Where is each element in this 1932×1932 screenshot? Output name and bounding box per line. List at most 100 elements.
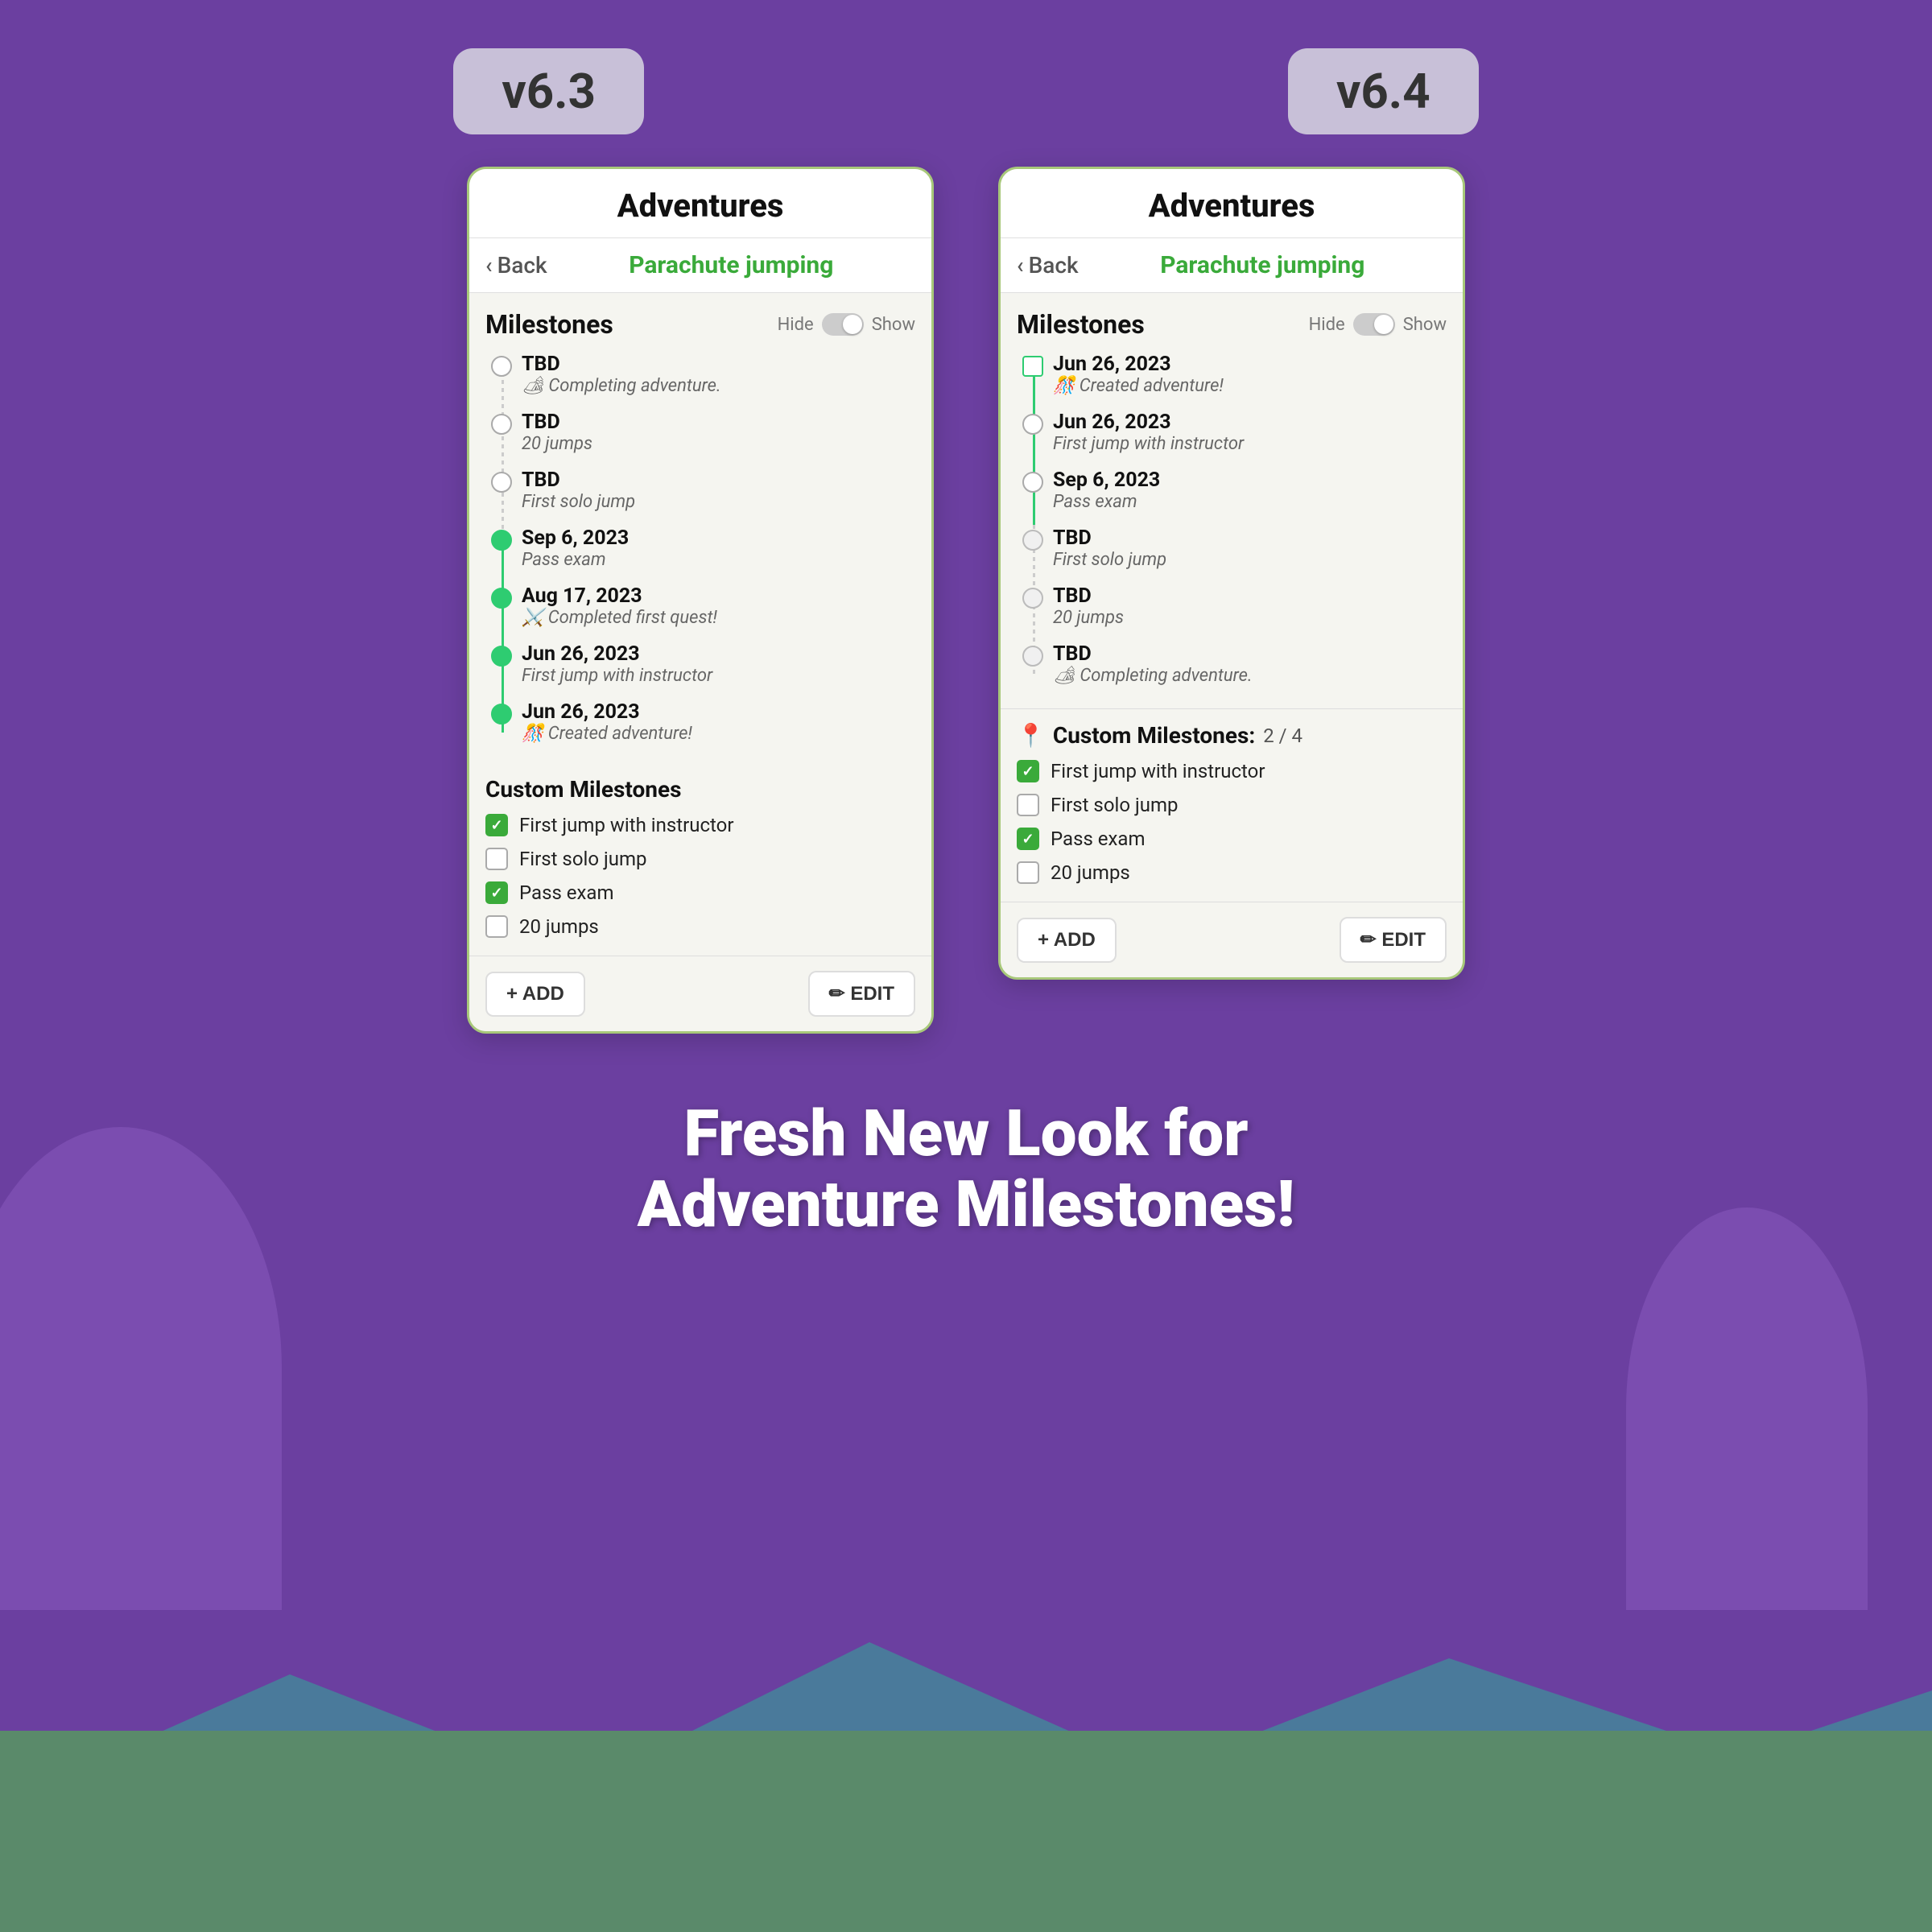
custom-item-4-v63: 20 jumps — [485, 915, 915, 938]
add-button-v64[interactable]: + ADD — [1017, 918, 1117, 963]
chevron-left-icon-v63: ‹ — [485, 252, 493, 279]
milestone-text-7-v63: Jun 26, 2023 🎊 Created adventure! — [522, 700, 692, 744]
back-button-v63[interactable]: ‹ Back — [485, 252, 547, 279]
custom-title-v63: Custom Milestones — [485, 776, 681, 803]
checkbox-3-v64[interactable] — [1017, 828, 1039, 850]
milestone-dot-2-v64 — [1022, 414, 1043, 435]
custom-item-1-v64: First jump with instructor — [1017, 760, 1447, 782]
milestone-desc-3-v64: Pass exam — [1053, 492, 1160, 512]
custom-count-v64: 2 / 4 — [1263, 724, 1302, 747]
checkbox-3-v63[interactable] — [485, 881, 508, 904]
milestone-desc-2-v64: First jump with instructor — [1053, 434, 1244, 454]
panel-nav-v63: ‹ Back Parachute jumping — [469, 238, 931, 293]
milestone-date-6-v63: Jun 26, 2023 — [522, 642, 712, 666]
custom-label-3-v64: Pass exam — [1051, 828, 1146, 850]
back-button-v64[interactable]: ‹ Back — [1017, 252, 1079, 279]
checkbox-2-v63[interactable] — [485, 848, 508, 870]
milestone-date-3-v64: Sep 6, 2023 — [1053, 469, 1160, 492]
custom-label-2-v63: First solo jump — [519, 848, 646, 870]
bg-ground — [0, 1731, 1932, 1932]
milestone-date-5-v63: Aug 17, 2023 — [522, 584, 717, 608]
milestone-dot-3-v64 — [1022, 472, 1043, 493]
milestone-dot-3-v63 — [491, 472, 512, 493]
milestones-header-v63: Milestones Hide Show — [485, 309, 915, 340]
milestone-item-5-v63: Aug 17, 2023 ⚔️ Completed first quest! — [522, 584, 915, 628]
toggle-row-v63[interactable]: Hide Show — [778, 313, 915, 336]
checkbox-1-v64[interactable] — [1017, 760, 1039, 782]
milestone-text-3-v63: TBD First solo jump — [522, 469, 635, 512]
milestone-dot-1-v64 — [1022, 356, 1043, 377]
milestone-text-2-v63: TBD 20 jumps — [522, 411, 592, 454]
milestone-date-4-v64: TBD — [1053, 526, 1166, 550]
custom-label-4-v63: 20 jumps — [519, 915, 599, 938]
milestones-title-v63: Milestones — [485, 309, 613, 340]
milestone-desc-3-v63: First solo jump — [522, 492, 635, 512]
toggle-row-v64[interactable]: Hide Show — [1309, 313, 1447, 336]
bg-decoration-right — [1626, 1208, 1868, 1610]
milestone-date-4-v63: Sep 6, 2023 — [522, 526, 629, 550]
toggle-track-v63[interactable] — [822, 313, 864, 336]
milestone-text-5-v64: TBD 20 jumps — [1053, 584, 1124, 628]
checkbox-1-v63[interactable] — [485, 814, 508, 836]
custom-item-4-v64: 20 jumps — [1017, 861, 1447, 884]
milestone-desc-4-v64: First solo jump — [1053, 550, 1166, 570]
version-badge-left: v6.3 — [453, 48, 644, 134]
milestone-item-5-v64: TBD 20 jumps — [1053, 584, 1447, 628]
checkbox-4-v64[interactable] — [1017, 861, 1039, 884]
custom-item-1-v63: First jump with instructor — [485, 814, 915, 836]
toggle-track-v64[interactable] — [1353, 313, 1395, 336]
milestone-item-4-v63: Sep 6, 2023 Pass exam — [522, 526, 915, 570]
milestone-text-1-v63: TBD 🏕 Completing adventure. — [522, 353, 721, 396]
milestone-date-5-v64: TBD — [1053, 584, 1124, 608]
milestone-date-7-v63: Jun 26, 2023 — [522, 700, 692, 724]
milestone-text-6-v63: Jun 26, 2023 First jump with instructor — [522, 642, 712, 686]
milestone-dot-4-v64 — [1022, 530, 1043, 551]
milestone-item-2-v63: TBD 20 jumps — [522, 411, 915, 454]
milestone-desc-1-v64: 🎊 Created adventure! — [1053, 376, 1224, 396]
milestone-desc-5-v64: 20 jumps — [1053, 608, 1124, 628]
milestone-desc-4-v63: Pass exam — [522, 550, 629, 570]
edit-button-v64[interactable]: ✏ EDIT — [1340, 917, 1447, 963]
panel-header-v64: Adventures — [1001, 169, 1463, 238]
checkbox-4-v63[interactable] — [485, 915, 508, 938]
milestones-header-v64: Milestones Hide Show — [1017, 309, 1447, 340]
edit-button-v63[interactable]: ✏ EDIT — [808, 971, 915, 1017]
milestone-item-7-v63: Jun 26, 2023 🎊 Created adventure! — [522, 700, 915, 744]
custom-label-4-v64: 20 jumps — [1051, 861, 1130, 884]
milestone-text-2-v64: Jun 26, 2023 First jump with instructor — [1053, 411, 1244, 454]
version-badge-right: v6.4 — [1288, 48, 1479, 134]
custom-section-v64: 📍 Custom Milestones: 2 / 4 First jump wi… — [1001, 708, 1463, 902]
milestone-date-3-v63: TBD — [522, 469, 635, 492]
page-title-v63: Parachute jumping — [547, 251, 915, 279]
checkbox-2-v64[interactable] — [1017, 794, 1039, 816]
back-label-v64: Back — [1029, 252, 1079, 279]
custom-header-v63: Custom Milestones — [485, 776, 915, 803]
custom-label-1-v64: First jump with instructor — [1051, 760, 1265, 782]
milestone-text-5-v63: Aug 17, 2023 ⚔️ Completed first quest! — [522, 584, 717, 628]
toggle-thumb-v64 — [1374, 315, 1393, 334]
milestone-item-1-v63: TBD 🏕 Completing adventure. — [522, 353, 915, 396]
back-label-v63: Back — [497, 252, 547, 279]
custom-header-v64: 📍 Custom Milestones: 2 / 4 — [1017, 722, 1447, 749]
panels-row: Adventures ‹ Back Parachute jumping Mile… — [467, 167, 1465, 1034]
toggle-hide-v63: Hide — [778, 315, 814, 335]
milestone-item-2-v64: Jun 26, 2023 First jump with instructor — [1053, 411, 1447, 454]
panel-footer-v64: + ADD ✏ EDIT — [1001, 902, 1463, 977]
milestone-item-6-v64: TBD 🏕 Completing adventure. — [1053, 642, 1447, 686]
milestone-desc-2-v63: 20 jumps — [522, 434, 592, 454]
custom-item-3-v63: Pass exam — [485, 881, 915, 904]
milestones-section-v63: Milestones Hide Show — [469, 293, 931, 766]
toggle-show-v63: Show — [872, 315, 915, 335]
milestone-dot-4-v63 — [491, 530, 512, 551]
version-row: v6.3 v6.4 — [453, 48, 1478, 134]
custom-label-3-v63: Pass exam — [519, 881, 614, 904]
milestone-desc-6-v64: 🏕 Completing adventure. — [1053, 666, 1253, 686]
milestone-item-3-v64: Sep 6, 2023 Pass exam — [1053, 469, 1447, 512]
add-button-v63[interactable]: + ADD — [485, 972, 585, 1017]
main-content: v6.3 v6.4 Adventures ‹ Back Parachute ju… — [0, 0, 1932, 1240]
page-title-v64: Parachute jumping — [1079, 251, 1447, 279]
milestone-text-3-v64: Sep 6, 2023 Pass exam — [1053, 469, 1160, 512]
milestone-date-1-v64: Jun 26, 2023 — [1053, 353, 1224, 376]
custom-item-3-v64: Pass exam — [1017, 828, 1447, 850]
panel-footer-v63: + ADD ✏ EDIT — [469, 956, 931, 1031]
